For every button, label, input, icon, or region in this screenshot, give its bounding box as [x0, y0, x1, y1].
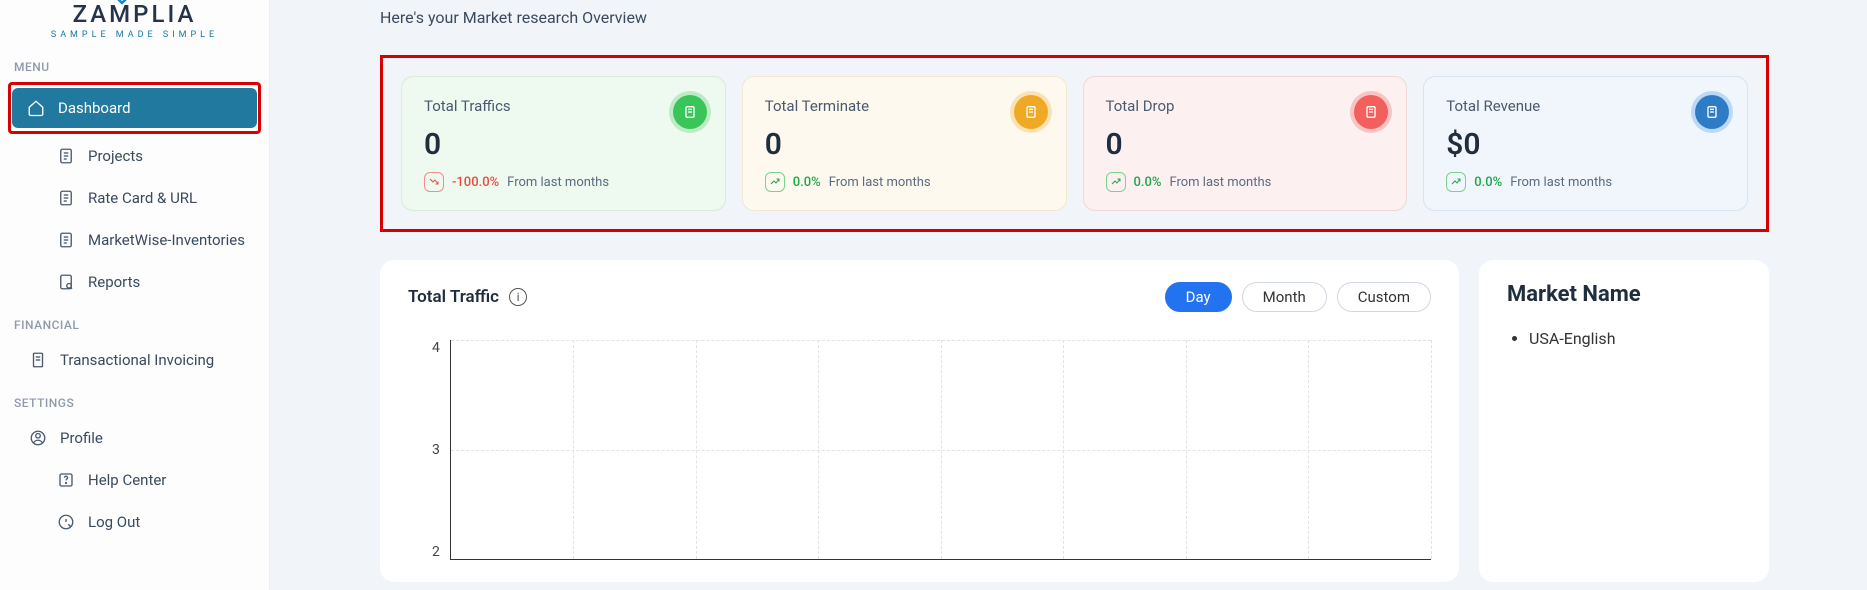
- trend-up-icon: [765, 172, 785, 192]
- range-tab-day[interactable]: Day: [1165, 282, 1232, 312]
- section-menu-label: MENU: [8, 46, 261, 80]
- sidebar-item-projects[interactable]: Projects: [8, 136, 261, 176]
- sidebar: ZAMPLIA SAMPLE MADE SIMPLE MENU Dashboar…: [0, 0, 270, 590]
- brand-logo: ZAMPLIA SAMPLE MADE SIMPLE: [8, 0, 261, 46]
- range-tabs: Day Month Custom: [1165, 282, 1431, 312]
- stat-delta-label: From last months: [507, 175, 609, 190]
- stat-delta-label: From last months: [829, 175, 931, 190]
- sidebar-label-profile: Profile: [60, 429, 103, 447]
- market-list-item: USA-English: [1529, 329, 1741, 348]
- stat-badge-icon: [1354, 95, 1388, 129]
- brand-name: ZAMPLIA: [38, 0, 231, 28]
- stat-value: $0: [1446, 127, 1725, 162]
- section-financial-label: FINANCIAL: [8, 304, 261, 338]
- panel-market-name: Market Name USA-English: [1479, 260, 1769, 582]
- logout-icon: [56, 512, 76, 532]
- sidebar-label-ratecard: Rate Card & URL: [88, 189, 197, 207]
- stat-delta-pct: 0.0%: [793, 175, 821, 190]
- market-list: USA-English: [1507, 329, 1741, 348]
- stats-row: Total Traffics 0 -100.0% From last month…: [380, 55, 1769, 232]
- document-icon: [56, 188, 76, 208]
- sidebar-label-dashboard: Dashboard: [58, 99, 131, 117]
- home-icon: [26, 98, 46, 118]
- trend-up-icon: [1106, 172, 1126, 192]
- stat-delta-label: From last months: [1510, 175, 1612, 190]
- report-icon: [56, 272, 76, 292]
- market-panel-title: Market Name: [1507, 282, 1741, 307]
- range-tab-custom[interactable]: Custom: [1337, 282, 1431, 312]
- stat-title: Total Traffics: [424, 97, 703, 115]
- y-tick: 2: [432, 544, 440, 560]
- y-tick: 4: [432, 340, 440, 356]
- stat-delta-pct: -100.0%: [452, 175, 499, 190]
- stat-title: Total Terminate: [765, 97, 1044, 115]
- chart-y-axis: 4 3 2: [408, 340, 450, 560]
- sidebar-label-logout: Log Out: [88, 513, 140, 531]
- sidebar-item-logout[interactable]: Log Out: [8, 502, 261, 542]
- sidebar-item-help[interactable]: Help Center: [8, 460, 261, 500]
- chart-area: 4 3 2: [408, 340, 1431, 560]
- sidebar-item-marketwise[interactable]: MarketWise-Inventories: [8, 220, 261, 260]
- stat-card-drop: Total Drop 0 0.0% From last months: [1083, 76, 1408, 211]
- main-content: Here's your Market research Overview Tot…: [270, 0, 1867, 590]
- document-icon: [56, 230, 76, 250]
- range-tab-month[interactable]: Month: [1242, 282, 1327, 312]
- panel-title: Total Traffic: [408, 287, 499, 307]
- info-icon[interactable]: i: [509, 288, 527, 306]
- chart-plot: [450, 340, 1431, 560]
- stat-title: Total Revenue: [1446, 97, 1725, 115]
- stat-badge-icon: [673, 95, 707, 129]
- stat-badge-icon: [1014, 95, 1048, 129]
- sidebar-item-ratecard[interactable]: Rate Card & URL: [8, 178, 261, 218]
- help-icon: [56, 470, 76, 490]
- page-subtitle: Here's your Market research Overview: [380, 8, 1769, 27]
- sidebar-item-reports[interactable]: Reports: [8, 262, 261, 302]
- y-tick: 3: [432, 442, 440, 458]
- stat-value: 0: [765, 127, 1044, 162]
- user-icon: [28, 428, 48, 448]
- sidebar-label-projects: Projects: [88, 147, 143, 165]
- sidebar-label-marketwise: MarketWise-Inventories: [88, 231, 245, 249]
- panel-total-traffic: Total Traffic i Day Month Custom 4 3 2: [380, 260, 1459, 582]
- dashboard-highlight: Dashboard: [8, 82, 261, 134]
- stat-card-traffics: Total Traffics 0 -100.0% From last month…: [401, 76, 726, 211]
- stat-card-revenue: Total Revenue $0 0.0% From last months: [1423, 76, 1748, 211]
- invoice-icon: [28, 350, 48, 370]
- stat-title: Total Drop: [1106, 97, 1385, 115]
- section-settings-label: SETTINGS: [8, 382, 261, 416]
- stat-card-terminate: Total Terminate 0 0.0% From last months: [742, 76, 1067, 211]
- brand-tagline: SAMPLE MADE SIMPLE: [38, 30, 231, 40]
- stat-value: 0: [1106, 127, 1385, 162]
- stat-badge-icon: [1695, 95, 1729, 129]
- sidebar-label-help: Help Center: [88, 471, 166, 489]
- stat-value: 0: [424, 127, 703, 162]
- trend-down-icon: [424, 172, 444, 192]
- sidebar-item-invoicing[interactable]: Transactional Invoicing: [8, 340, 261, 380]
- sidebar-item-dashboard[interactable]: Dashboard: [12, 88, 257, 128]
- document-icon: [56, 146, 76, 166]
- sidebar-item-profile[interactable]: Profile: [8, 418, 261, 458]
- sidebar-label-invoicing: Transactional Invoicing: [60, 351, 214, 369]
- trend-up-icon: [1446, 172, 1466, 192]
- sidebar-label-reports: Reports: [88, 273, 140, 291]
- stat-delta-pct: 0.0%: [1474, 175, 1502, 190]
- stat-delta-label: From last months: [1169, 175, 1271, 190]
- stat-delta-pct: 0.0%: [1134, 175, 1162, 190]
